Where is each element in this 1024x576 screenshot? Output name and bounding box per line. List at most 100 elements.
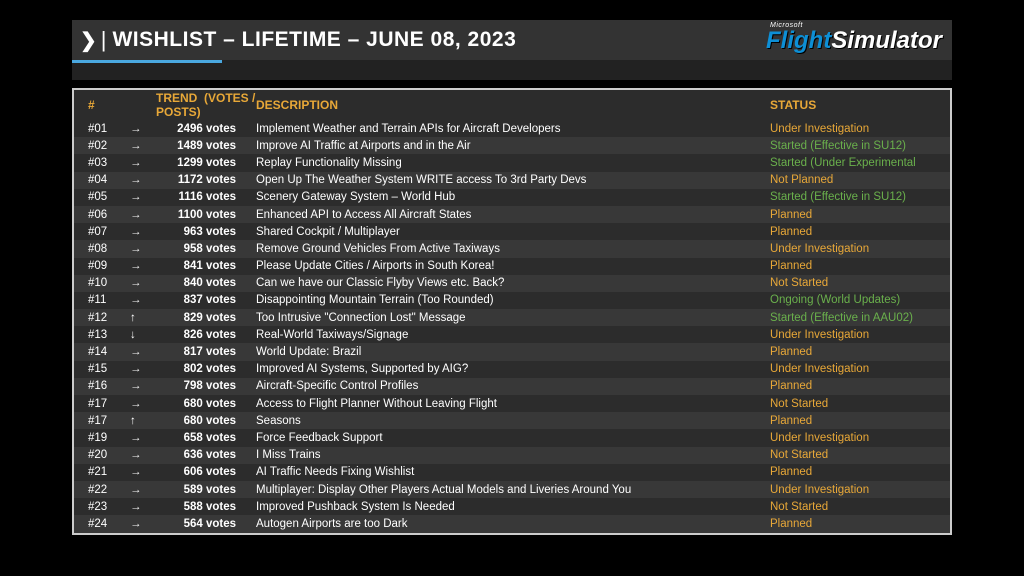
- cell-votes: 826 votes: [156, 329, 256, 341]
- cell-description: Please Update Cities / Airports in South…: [256, 260, 770, 272]
- cell-status: Planned: [770, 209, 936, 221]
- cell-rank: #02: [88, 140, 130, 152]
- trend-arrow-icon: →: [130, 157, 156, 169]
- cell-rank: #20: [88, 449, 130, 461]
- cell-description: Multiplayer: Display Other Players Actua…: [256, 484, 770, 496]
- trend-arrow-icon: ↑: [130, 415, 156, 427]
- trend-arrow-icon: →: [130, 466, 156, 478]
- cell-votes: 2496 votes: [156, 123, 256, 135]
- trend-arrow-icon: →: [130, 243, 156, 255]
- cell-rank: #09: [88, 260, 130, 272]
- table-row[interactable]: #23→588 votesImproved Pushback System Is…: [74, 498, 950, 515]
- table-row[interactable]: #09→841 votesPlease Update Cities / Airp…: [74, 258, 950, 275]
- page-title: WISHLIST – LIFETIME – JUNE 08, 2023: [112, 28, 516, 52]
- table-row[interactable]: #07→963 votesShared Cockpit / Multiplaye…: [74, 223, 950, 240]
- table-row[interactable]: #14→817 votesWorld Update: BrazilPlanned: [74, 343, 950, 360]
- header-bar: ❯ | WISHLIST – LIFETIME – JUNE 08, 2023 …: [72, 20, 952, 60]
- logo-flight-text: Flight: [766, 27, 831, 54]
- tab-active-indicator[interactable]: [72, 60, 222, 63]
- cell-status: Under Investigation: [770, 363, 936, 375]
- cell-rank: #17: [88, 398, 130, 410]
- cell-votes: 840 votes: [156, 277, 256, 289]
- cell-votes: 564 votes: [156, 518, 256, 530]
- col-votes: TREND (VOTES / POSTS): [156, 91, 256, 119]
- cell-rank: #13: [88, 329, 130, 341]
- cell-rank: #12: [88, 312, 130, 324]
- cell-rank: #08: [88, 243, 130, 255]
- table-row[interactable]: #10→840 votesCan we have our Classic Fly…: [74, 275, 950, 292]
- cell-votes: 680 votes: [156, 415, 256, 427]
- cell-status: Started (Effective in AAU02): [770, 312, 936, 324]
- cell-description: Implement Weather and Terrain APIs for A…: [256, 123, 770, 135]
- cell-description: Seasons: [256, 415, 770, 427]
- trend-arrow-icon: →: [130, 209, 156, 221]
- cell-votes: 817 votes: [156, 346, 256, 358]
- table-row[interactable]: #22→589 votesMultiplayer: Display Other …: [74, 481, 950, 498]
- cell-description: Autogen Airports are too Dark: [256, 518, 770, 530]
- tab-strip: [72, 60, 952, 80]
- cell-rank: #05: [88, 191, 130, 203]
- cell-description: Enhanced API to Access All Aircraft Stat…: [256, 209, 770, 221]
- table-row[interactable]: #04→1172 votesOpen Up The Weather System…: [74, 172, 950, 189]
- trend-arrow-icon: →: [130, 260, 156, 272]
- cell-rank: #24: [88, 518, 130, 530]
- table-row[interactable]: #11→837 votesDisappointing Mountain Terr…: [74, 292, 950, 309]
- cell-status: Started (Effective in SU12): [770, 191, 936, 203]
- cell-rank: #21: [88, 466, 130, 478]
- cell-description: AI Traffic Needs Fixing Wishlist: [256, 466, 770, 478]
- cell-rank: #01: [88, 123, 130, 135]
- table-row[interactable]: #21→606 votesAI Traffic Needs Fixing Wis…: [74, 464, 950, 481]
- trend-arrow-icon: →: [130, 140, 156, 152]
- cell-status: Planned: [770, 518, 936, 530]
- cell-description: Open Up The Weather System WRITE access …: [256, 174, 770, 186]
- cell-status: Started (Effective in SU12): [770, 140, 936, 152]
- cell-description: Replay Functionality Missing: [256, 157, 770, 169]
- cell-votes: 606 votes: [156, 466, 256, 478]
- cell-votes: 1299 votes: [156, 157, 256, 169]
- table-row[interactable]: #06→1100 votesEnhanced API to Access All…: [74, 206, 950, 223]
- cell-rank: #19: [88, 432, 130, 444]
- trend-arrow-icon: →: [130, 174, 156, 186]
- cell-description: Access to Flight Planner Without Leaving…: [256, 398, 770, 410]
- table-row[interactable]: #24→564 votesAutogen Airports are too Da…: [74, 515, 950, 532]
- cell-description: Can we have our Classic Flyby Views etc.…: [256, 277, 770, 289]
- cell-status: Planned: [770, 466, 936, 478]
- table-row[interactable]: #12↑829 votesToo Intrusive "Connection L…: [74, 309, 950, 326]
- cell-votes: 589 votes: [156, 484, 256, 496]
- table-row[interactable]: #08→958 votesRemove Ground Vehicles From…: [74, 240, 950, 257]
- cell-description: Improve AI Traffic at Airports and in th…: [256, 140, 770, 152]
- cell-rank: #16: [88, 380, 130, 392]
- col-status: STATUS: [770, 98, 936, 112]
- breadcrumb-separator: |: [101, 27, 107, 53]
- table-row[interactable]: #17→680 votesAccess to Flight Planner Wi…: [74, 395, 950, 412]
- col-rank: #: [88, 98, 130, 112]
- cell-votes: 680 votes: [156, 398, 256, 410]
- table-row[interactable]: #05→1116 votesScenery Gateway System – W…: [74, 189, 950, 206]
- table-row[interactable]: #03→1299 votesReplay Functionality Missi…: [74, 154, 950, 171]
- cell-status: Started (Under Experimental: [770, 157, 936, 169]
- table-row[interactable]: #16→798 votesAircraft-Specific Control P…: [74, 378, 950, 395]
- cell-status: Ongoing (World Updates): [770, 294, 936, 306]
- cell-votes: 829 votes: [156, 312, 256, 324]
- cell-rank: #22: [88, 484, 130, 496]
- wishlist-table: # TREND (VOTES / POSTS) DESCRIPTION STAT…: [72, 88, 952, 535]
- cell-status: Planned: [770, 226, 936, 238]
- cell-description: Improved Pushback System Is Needed: [256, 501, 770, 513]
- cell-votes: 658 votes: [156, 432, 256, 444]
- table-row[interactable]: #19→658 votesForce Feedback SupportUnder…: [74, 429, 950, 446]
- table-row[interactable]: #15→802 votesImproved AI Systems, Suppor…: [74, 361, 950, 378]
- table-row[interactable]: #13↓826 votesReal-World Taxiways/Signage…: [74, 326, 950, 343]
- table-row[interactable]: #02→1489 votesImprove AI Traffic at Airp…: [74, 137, 950, 154]
- table-row[interactable]: #01→2496 votesImplement Weather and Terr…: [74, 120, 950, 137]
- cell-status: Under Investigation: [770, 243, 936, 255]
- cell-status: Not Started: [770, 398, 936, 410]
- cell-status: Not Started: [770, 449, 936, 461]
- cell-description: Too Intrusive "Connection Lost" Message: [256, 312, 770, 324]
- trend-arrow-icon: →: [130, 432, 156, 444]
- table-row[interactable]: #17↑680 votesSeasonsPlanned: [74, 412, 950, 429]
- cell-votes: 963 votes: [156, 226, 256, 238]
- trend-arrow-icon: →: [130, 294, 156, 306]
- cell-status: Planned: [770, 380, 936, 392]
- trend-arrow-icon: ↑: [130, 312, 156, 324]
- table-row[interactable]: #20→636 votesI Miss TrainsNot Started: [74, 447, 950, 464]
